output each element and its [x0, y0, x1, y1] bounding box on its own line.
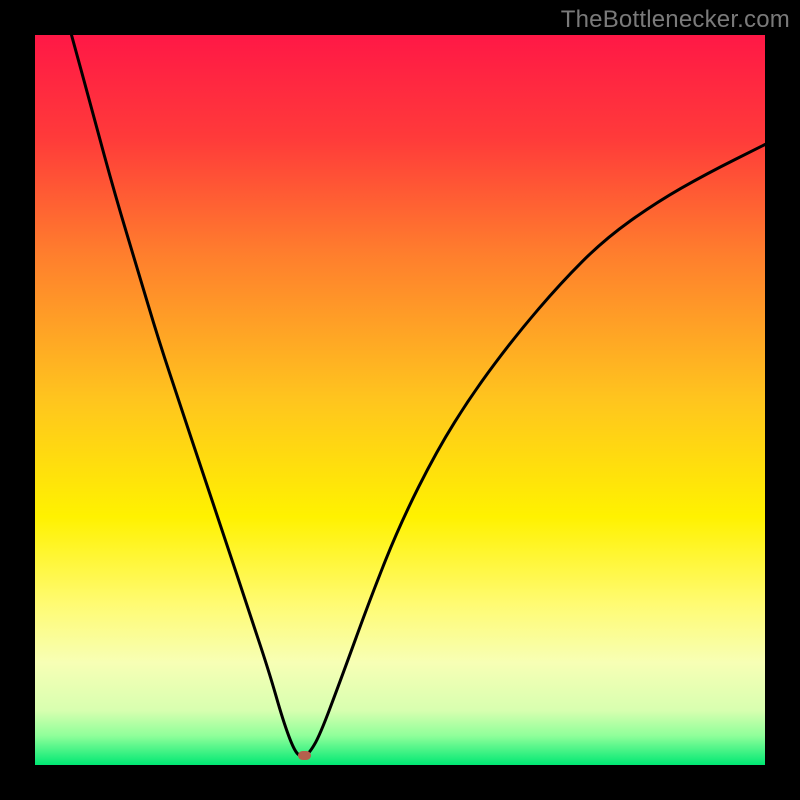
- plot-area: [35, 35, 765, 765]
- attribution-label: TheBottlenecker.com: [561, 6, 790, 34]
- minimum-marker: [298, 751, 311, 760]
- bottleneck-curve: [72, 35, 766, 756]
- curve-layer: [35, 35, 765, 765]
- chart-frame: TheBottlenecker.com: [0, 0, 800, 800]
